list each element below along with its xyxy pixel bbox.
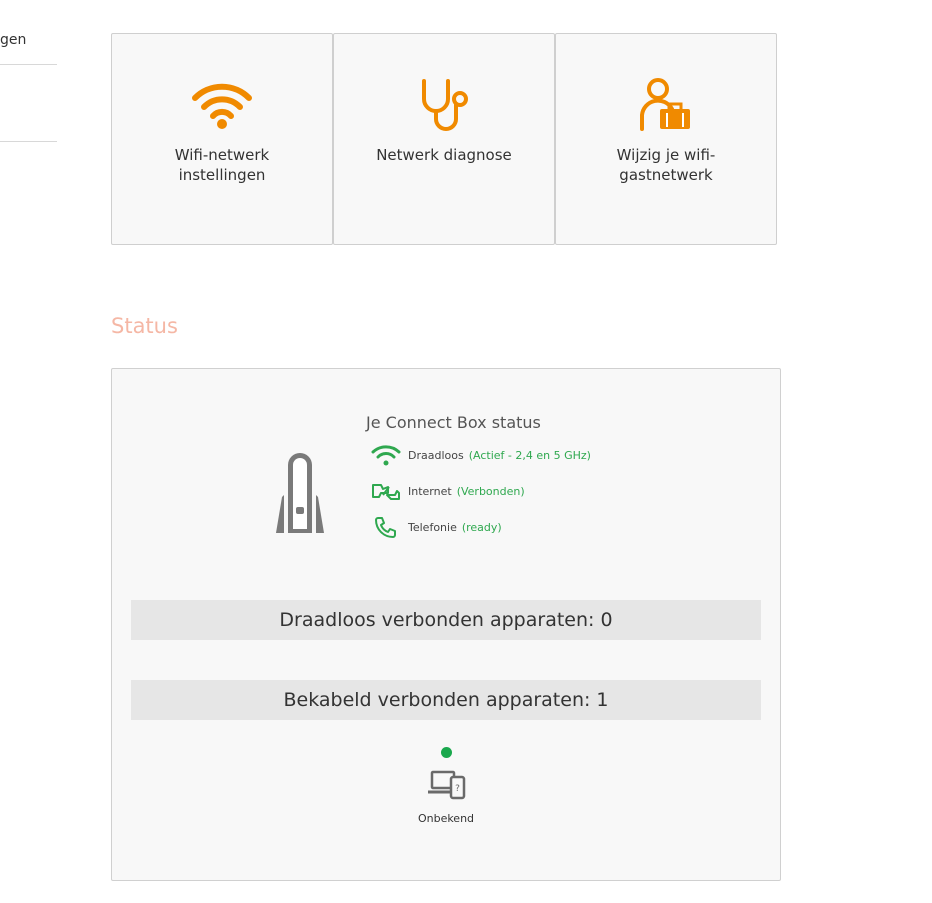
client-name: Onbekend [417, 812, 475, 825]
tile-label: Netwerk diagnose [376, 146, 512, 164]
tile-label: Wijzig je wifi-gastnetwerk [616, 146, 716, 184]
status-row-internet: Internet (Verbonden) [370, 478, 525, 504]
laptop-phone-icon: ? [427, 768, 467, 800]
status-row-wireless: Draadloos (Actief - 2,4 en 5 GHz) [370, 442, 591, 468]
box-status-title: Je Connect Box status [366, 413, 541, 432]
tile-guest-network[interactable]: Wijzig je wifi-gastnetwerk [555, 33, 777, 245]
online-status-dot [441, 747, 452, 758]
sidebar-item[interactable] [0, 65, 57, 142]
wireless-devices-bar[interactable]: Draadloos verbonden apparaten: 0 [131, 600, 761, 640]
sidebar-item[interactable]: gen [0, 22, 57, 65]
tile-wifi-settings[interactable]: Wifi-netwerk instellingen [111, 33, 333, 245]
tile-label: Wifi-netwerk instellingen [174, 146, 270, 184]
connect-box-icon [272, 451, 328, 535]
status-row-phone: Telefonie (ready) [370, 514, 502, 540]
client-device[interactable]: ? Onbekend [408, 746, 484, 830]
status-label: Telefonie [408, 520, 457, 534]
status-label: Draadloos [408, 448, 464, 462]
sidebar-item-label: gen [0, 32, 27, 48]
wifi-icon [370, 443, 402, 467]
internet-icon [370, 479, 402, 503]
guest-user-icon [634, 76, 698, 136]
phone-icon [370, 515, 402, 539]
status-panel: Je Connect Box status Draadloos (Actief … [111, 368, 781, 881]
wired-devices-bar[interactable]: Bekabeld verbonden apparaten: 1 [131, 680, 761, 720]
status-value: (ready) [461, 520, 502, 534]
stethoscope-icon [412, 76, 476, 136]
status-value: (Actief - 2,4 en 5 GHz) [468, 448, 591, 462]
tile-network-diagnose[interactable]: Netwerk diagnose [333, 33, 555, 245]
status-heading: Status [111, 314, 178, 338]
svg-text:?: ? [455, 784, 460, 794]
wifi-icon [190, 76, 254, 136]
status-value: (Verbonden) [456, 484, 525, 498]
status-label: Internet [408, 484, 452, 498]
